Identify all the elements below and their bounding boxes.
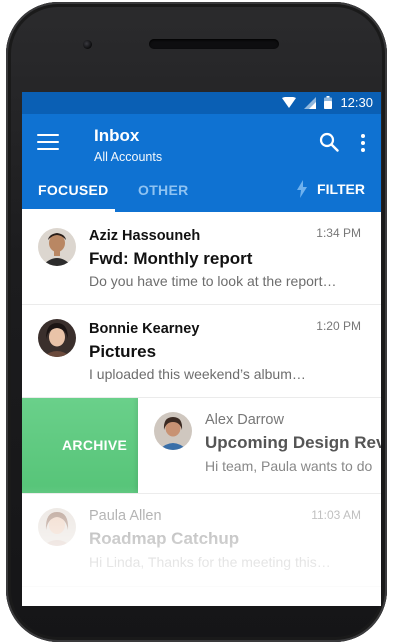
message-row[interactable]: Paula Allen Roadmap Catchup Hi Linda, Th… <box>22 494 381 587</box>
message-subject: Fwd: Monthly report <box>89 249 253 268</box>
sender-name: Aziz Hassouneh <box>89 228 201 244</box>
wifi-icon <box>282 96 297 108</box>
sender-name: Alex Darrow <box>205 412 284 428</box>
message-row[interactable]: Alex Darrow Upcoming Design Review Hi te… <box>138 398 381 493</box>
app-bar: Inbox All Accounts FOCUSED OTHER FILTER <box>22 114 381 212</box>
search-icon[interactable] <box>319 132 339 152</box>
more-icon[interactable] <box>361 134 365 152</box>
message-time: 1:20 PM <box>316 319 361 333</box>
screen: 12:30 Inbox All Accounts FOCUSED OTHER F… <box>22 92 381 606</box>
message-preview: Hi team, Paula wants to do <box>205 458 373 474</box>
message-row[interactable]: Bonnie Kearney Pictures I uploaded this … <box>22 305 381 398</box>
filter-button[interactable]: FILTER <box>297 180 365 198</box>
status-indicators: 12:30 <box>282 95 373 110</box>
avatar <box>154 412 192 450</box>
sender-name: Bonnie Kearney <box>89 321 200 337</box>
avatar <box>38 228 76 266</box>
message-time: 11:03 AM <box>311 508 361 522</box>
inbox-tabs: FOCUSED OTHER FILTER <box>22 168 381 212</box>
message-preview: Hi Linda, Thanks for the meeting this… <box>89 554 331 570</box>
lightning-icon <box>297 180 308 198</box>
message-row[interactable]: Aziz Hassouneh Fwd: Monthly report Do yo… <box>22 212 381 305</box>
avatar <box>38 508 76 546</box>
archive-label: ARCHIVE <box>62 437 128 453</box>
status-time: 12:30 <box>340 95 373 110</box>
front-camera <box>83 40 92 49</box>
battery-icon <box>324 96 333 109</box>
archive-swipe-action[interactable]: ARCHIVE <box>22 398 138 493</box>
signal-icon <box>304 96 317 109</box>
tab-other[interactable]: OTHER <box>138 182 189 198</box>
message-preview: Do you have time to look at the report… <box>89 273 337 289</box>
sender-name: Paula Allen <box>89 508 162 524</box>
message-subject: Roadmap Catchup <box>89 529 240 548</box>
earpiece-speaker <box>149 39 279 49</box>
message-preview: I uploaded this weekend’s album… <box>89 366 306 382</box>
filter-label: FILTER <box>317 181 365 197</box>
message-list: Aziz Hassouneh Fwd: Monthly report Do yo… <box>22 212 381 587</box>
avatar <box>38 319 76 357</box>
account-subtitle[interactable]: All Accounts <box>94 150 162 164</box>
menu-icon[interactable] <box>37 134 59 152</box>
swiped-message-row[interactable]: ARCHIVE Alex Darrow Upcoming Design Revi… <box>22 398 381 494</box>
message-subject: Upcoming Design Review <box>205 433 381 452</box>
message-subject: Pictures <box>89 342 157 361</box>
page-title: Inbox <box>94 126 140 145</box>
tab-focused[interactable]: FOCUSED <box>38 182 109 198</box>
status-bar: 12:30 <box>22 92 381 114</box>
message-time: 1:34 PM <box>316 226 361 240</box>
